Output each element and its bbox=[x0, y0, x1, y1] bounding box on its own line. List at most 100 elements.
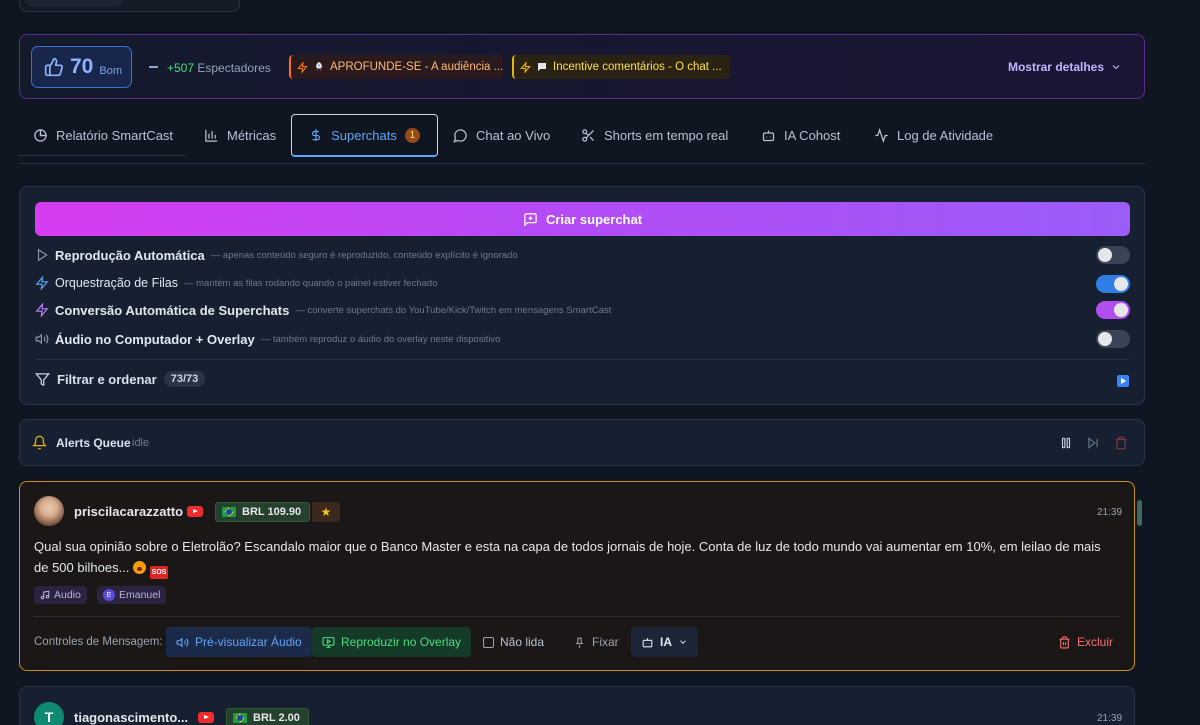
tab-metrics[interactable]: Métricas bbox=[204, 114, 276, 157]
lightning-icon bbox=[35, 303, 49, 317]
delete-button[interactable]: Excluir bbox=[1048, 627, 1123, 657]
create-superchat-button[interactable]: Criar superchat bbox=[35, 202, 1130, 236]
unread-label: Não lida bbox=[500, 635, 545, 649]
ia-label: IA bbox=[660, 635, 672, 649]
star-icon[interactable]: ★ bbox=[312, 502, 340, 522]
superchat-amount-badge: BRL 109.90 bbox=[215, 502, 311, 522]
monitor-play-icon bbox=[322, 636, 335, 649]
voice-tag: E Emanuel bbox=[97, 586, 167, 604]
score-badge[interactable]: 70 Bom bbox=[31, 46, 132, 88]
create-superchat-label: Criar superchat bbox=[545, 211, 643, 227]
alerts-queue-label: Alerts Queue bbox=[56, 436, 131, 450]
show-details-label: Mostrar detalhes bbox=[1007, 60, 1104, 74]
tab-bar: Relatório SmartCast Métricas Superchats … bbox=[19, 114, 1145, 164]
tab-live-chat[interactable]: Chat ao Vivo bbox=[453, 114, 550, 157]
speaker-icon bbox=[35, 332, 49, 346]
scissors-icon bbox=[581, 128, 596, 143]
brazil-flag-icon bbox=[233, 713, 247, 723]
pin-label: Fixar bbox=[592, 635, 619, 649]
computer-audio-toggle[interactable] bbox=[1096, 330, 1130, 348]
viewers-stat: +507 Espectadores bbox=[167, 61, 271, 75]
delete-label: Excluir bbox=[1077, 635, 1114, 649]
play-icon[interactable] bbox=[1117, 375, 1129, 387]
tab-label: IA Cohost bbox=[784, 128, 841, 143]
show-details-button[interactable]: Mostrar detalhes bbox=[1008, 60, 1122, 74]
insight-chip-deepen[interactable]: APROFUNDE-SE - A audiência ... bbox=[289, 55, 503, 79]
panel-divider bbox=[35, 359, 1130, 360]
setting-title: Conversão Automática de Superchats bbox=[55, 302, 290, 318]
message-text: Qual sua opinião sobre o Eletrolão? Esca… bbox=[34, 536, 1114, 579]
superchat-settings-panel: Criar superchat Reprodução Automática — … bbox=[19, 186, 1145, 405]
bot-icon bbox=[761, 128, 776, 143]
filter-sort-toggle[interactable]: Filtrar e ordenar 73/73 bbox=[35, 371, 206, 387]
previous-card bbox=[19, 0, 240, 12]
pie-chart-icon bbox=[33, 128, 48, 143]
queue-orchestration-toggle[interactable] bbox=[1096, 275, 1130, 293]
trash-icon[interactable] bbox=[1114, 436, 1128, 450]
activity-icon bbox=[874, 128, 889, 143]
pin-icon bbox=[573, 636, 586, 649]
message-body: Qual sua opinião sobre o Eletrolão? Esca… bbox=[34, 539, 1101, 575]
auto-convert-toggle[interactable] bbox=[1096, 301, 1130, 319]
tab-label: Métricas bbox=[227, 128, 277, 143]
message-divider bbox=[34, 616, 1120, 617]
avatar bbox=[34, 496, 64, 526]
dollar-icon bbox=[309, 128, 323, 142]
skip-next-icon[interactable] bbox=[1086, 436, 1100, 450]
setting-title: Orquestração de Filas bbox=[55, 276, 178, 290]
tab-label: Superchats bbox=[331, 127, 397, 143]
tab-label: Log de Atividade bbox=[897, 128, 994, 143]
message-plus-icon bbox=[523, 212, 538, 227]
setting-desc: — converte superchats do YouTube/Kick/Tw… bbox=[295, 304, 612, 316]
tab-divider bbox=[19, 163, 1145, 164]
play-icon bbox=[35, 248, 49, 262]
tab-smartcast-report[interactable]: Relatório SmartCast bbox=[33, 114, 173, 157]
trash-icon bbox=[1058, 636, 1071, 649]
username: priscilacarazzatto bbox=[74, 504, 184, 519]
unread-checkbox[interactable]: Não lida bbox=[473, 627, 554, 657]
setting-computer-audio: Áudio no Computador + Overlay — também r… bbox=[35, 329, 500, 349]
alerts-queue-bar: Alerts Queue idle bbox=[19, 419, 1145, 466]
lightning-icon bbox=[520, 61, 531, 73]
setting-autoplay: Reprodução Automática — apenas conteúdo … bbox=[35, 245, 518, 265]
insight-chip-label: Incentive comentários - O chat ... bbox=[553, 61, 722, 73]
ia-dropdown-button[interactable]: IA bbox=[631, 627, 698, 657]
trend-dash-icon bbox=[149, 66, 158, 68]
speaker-icon bbox=[176, 636, 189, 649]
stream-metrics-bar: 70 Bom +507 Espectadores APROFUNDE-SE - … bbox=[19, 34, 1145, 99]
lightning-icon bbox=[35, 276, 49, 290]
play-overlay-button[interactable]: Reproduzir no Overlay bbox=[312, 627, 472, 657]
tab-ia-cohost[interactable]: IA Cohost bbox=[761, 114, 840, 157]
tab-superchats[interactable]: Superchats 1 bbox=[291, 114, 438, 157]
astonished-emoji-icon bbox=[133, 561, 147, 574]
preview-audio-button[interactable]: Pré-visualizar Áudio bbox=[166, 627, 312, 657]
bar-chart-icon bbox=[204, 128, 219, 143]
insight-chip-comments[interactable]: Incentive comentários - O chat ... bbox=[512, 55, 730, 79]
audio-tag: Audio bbox=[34, 586, 87, 604]
score-value: 70 bbox=[70, 55, 94, 78]
bot-icon bbox=[641, 636, 654, 649]
scrollbar-thumb[interactable] bbox=[1137, 500, 1142, 526]
tab-activity-log[interactable]: Log de Atividade bbox=[874, 114, 993, 157]
speech-bubble-icon bbox=[536, 61, 548, 73]
username: tiagonascimento... bbox=[74, 710, 189, 725]
filter-label: Filtrar e ordenar bbox=[57, 371, 157, 387]
autoplay-toggle[interactable] bbox=[1096, 246, 1130, 264]
pin-button[interactable]: Fixar bbox=[563, 627, 629, 657]
setting-title: Áudio no Computador + Overlay bbox=[55, 331, 255, 347]
viewers-count: +507 bbox=[167, 61, 195, 75]
tab-label: Relatório SmartCast bbox=[56, 128, 174, 143]
music-note-icon bbox=[40, 590, 50, 600]
superchats-count-badge: 1 bbox=[404, 127, 420, 143]
score-label: Bom bbox=[99, 65, 122, 77]
bell-icon bbox=[32, 435, 47, 450]
play-overlay-label: Reproduzir no Overlay bbox=[341, 635, 462, 649]
tab-live-shorts[interactable]: Shorts em tempo real bbox=[581, 114, 728, 157]
amount-value: BRL 109.90 bbox=[242, 506, 302, 518]
lightning-icon bbox=[297, 61, 308, 73]
chevron-down-icon bbox=[1110, 61, 1122, 73]
pause-icon[interactable] bbox=[1059, 436, 1073, 450]
setting-queue-orchestration: Orquestração de Filas — mantém as filas … bbox=[35, 273, 437, 293]
superchat-card: T tiagonascimento... BRL 2.00 21:39 bbox=[19, 686, 1135, 725]
insight-chip-label: APROFUNDE-SE - A audiência ... bbox=[330, 61, 503, 73]
